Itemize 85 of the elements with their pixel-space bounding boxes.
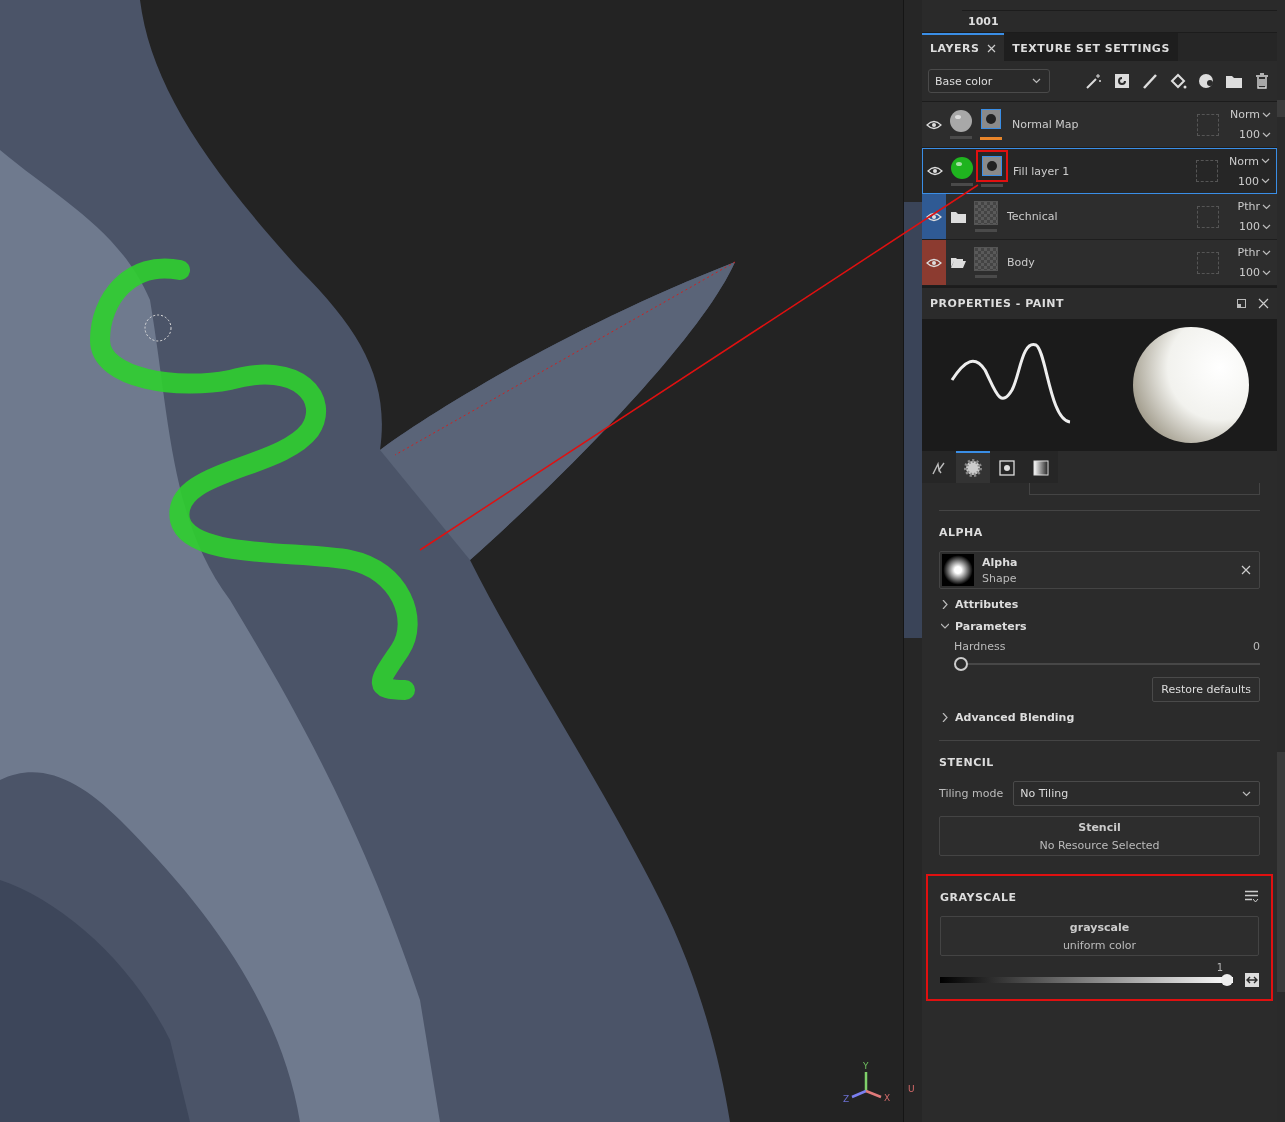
material-tab-icon <box>1032 459 1050 477</box>
layer-mask-slot <box>1197 251 1219 274</box>
field-label: Tiling mode <box>939 787 1004 800</box>
layer-row[interactable]: Fill layer 1 Norm 100 <box>922 148 1277 194</box>
layer-row[interactable]: Body Pthr 100 <box>922 240 1277 286</box>
rotate-square-icon[interactable] <box>1113 72 1131 90</box>
section-title: STENCIL <box>939 756 995 769</box>
layer-name: Technical <box>1007 210 1059 223</box>
opacity-dropdown[interactable]: 100 <box>1238 174 1270 188</box>
close-icon[interactable] <box>987 43 997 53</box>
restore-defaults-button[interactable]: Restore defaults <box>1152 677 1260 702</box>
slider-value: 1 <box>1216 962 1223 973</box>
alpha-thumbnail <box>942 554 974 586</box>
blend-mode-dropdown[interactable]: Pthr <box>1237 200 1271 213</box>
layer-name: Normal Map <box>1012 118 1080 131</box>
chevron-down-icon <box>1032 78 1041 84</box>
chevron-down-icon <box>1261 158 1270 164</box>
axis-gizmo-icon <box>851 1072 882 1099</box>
layer-row[interactable]: Technical Pthr 100 <box>922 194 1277 240</box>
eye-icon[interactable] <box>926 119 942 130</box>
properties-tab[interactable] <box>922 451 956 483</box>
connect-icon[interactable] <box>1245 973 1259 987</box>
blend-mode-dropdown[interactable]: Pthr <box>1237 246 1271 259</box>
layer-mask-slot <box>1196 160 1218 182</box>
scrollbar-thumb[interactable] <box>1277 100 1285 117</box>
section-title: ALPHA <box>939 526 984 539</box>
section-toggle[interactable]: Parameters <box>939 620 1027 633</box>
undock-icon[interactable] <box>1237 299 1246 308</box>
alpha-tab-icon <box>964 459 982 477</box>
chevron-down-icon <box>1262 223 1271 230</box>
chevron-down-icon <box>1262 111 1271 118</box>
panel-tab[interactable]: LAYERS <box>922 33 1005 61</box>
properties-tab[interactable] <box>956 451 990 483</box>
chevron-down-icon <box>1262 269 1271 276</box>
layer-mask-slot <box>1197 205 1219 228</box>
alpha-resource-card[interactable]: Alpha Shape <box>939 551 1260 589</box>
axis-label: Z <box>843 1094 850 1104</box>
layer-name: Fill layer 1 <box>1013 164 1071 178</box>
chevron-down-icon <box>1242 790 1251 797</box>
close-icon[interactable] <box>1241 565 1251 575</box>
paint-bucket-icon[interactable] <box>1169 72 1187 90</box>
folder-thumbnail <box>974 247 998 271</box>
eye-icon[interactable] <box>926 257 942 268</box>
strip-label: U <box>907 1084 916 1096</box>
parameter-label: Hardness <box>954 640 1006 653</box>
close-icon[interactable] <box>1258 298 1269 309</box>
brush-icon[interactable] <box>1141 72 1159 90</box>
chevron-down-icon <box>1261 178 1270 184</box>
stencil-resource-card[interactable]: Stencil No Resource Selected <box>939 816 1260 856</box>
list-menu-icon[interactable] <box>1245 889 1259 903</box>
properties-tab[interactable] <box>990 451 1024 483</box>
chevron-down-icon <box>1262 249 1271 256</box>
magic-wand-icon[interactable] <box>1085 72 1103 90</box>
mask-icon[interactable] <box>1197 72 1215 90</box>
properties-tab[interactable] <box>1024 451 1058 483</box>
axis-label: X <box>884 1093 891 1103</box>
axis-label: Y <box>863 1061 869 1071</box>
chevron-down-icon <box>1262 131 1271 138</box>
layer-name: Body <box>1007 256 1036 269</box>
blend-mode-dropdown[interactable]: Norm <box>1229 154 1270 168</box>
blend-mode-dropdown[interactable]: Norm <box>1230 108 1271 121</box>
mask-thumbnail[interactable] <box>976 149 1008 182</box>
section-title: GRAYSCALE <box>940 891 1017 904</box>
section-toggle[interactable]: Attributes <box>939 598 1019 611</box>
parameter-value: 0 <box>1253 640 1260 653</box>
stencil-tab-icon <box>998 459 1016 477</box>
tiling-mode-dropdown[interactable]: No Tiling <box>1013 781 1260 806</box>
chevron-down-icon <box>1262 203 1271 210</box>
eye-icon[interactable] <box>926 211 942 222</box>
panel-title: PROPERTIES - PAINT <box>930 297 1066 310</box>
trash-icon[interactable] <box>1253 72 1271 90</box>
channel-dropdown[interactable]: Base color <box>928 69 1050 93</box>
layer-mask-slot <box>1197 113 1219 136</box>
opacity-dropdown[interactable]: 100 <box>1239 220 1271 233</box>
opacity-dropdown[interactable]: 100 <box>1239 266 1271 279</box>
opacity-dropdown[interactable]: 100 <box>1239 128 1271 141</box>
panel-tab[interactable]: TEXTURE SET SETTINGS <box>1004 33 1178 61</box>
slider-thumb[interactable] <box>954 657 968 671</box>
eye-icon[interactable] <box>927 166 943 176</box>
folder-thumbnail <box>974 201 998 225</box>
section-toggle[interactable]: Advanced Blending <box>939 711 1075 724</box>
grayscale-slider-track[interactable] <box>940 974 1233 986</box>
uv-tile-label[interactable]: 1001 <box>962 10 1277 28</box>
grayscale-resource-card[interactable]: grayscale uniform color <box>940 916 1259 956</box>
slider-thumb[interactable] <box>1221 974 1233 986</box>
